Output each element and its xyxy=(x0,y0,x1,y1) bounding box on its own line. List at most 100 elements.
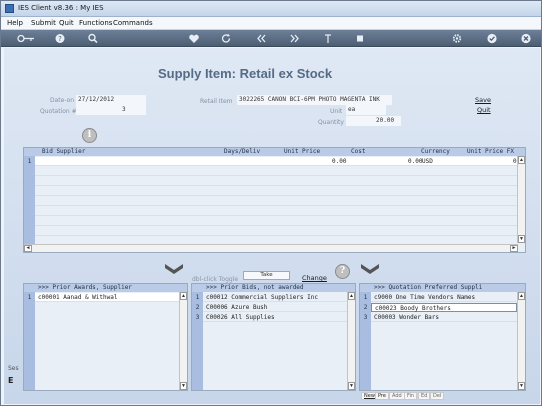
list-item-text: c00012 Commercial Suppliers Inc xyxy=(206,294,318,301)
menu-quit[interactable]: Quit xyxy=(59,19,74,27)
quantity-field[interactable]: 20.00 xyxy=(346,116,401,126)
menu-commands[interactable]: Commands xyxy=(113,19,153,27)
table-row[interactable] xyxy=(35,167,517,176)
help-icon[interactable]: ? xyxy=(53,32,67,45)
scroll-down-arrow[interactable]: ▼ xyxy=(180,382,187,390)
refresh-icon[interactable] xyxy=(219,32,233,45)
info-icon[interactable]: i xyxy=(82,128,97,143)
table-row[interactable] xyxy=(35,207,517,216)
scroll-right-arrow[interactable]: ► xyxy=(510,245,518,252)
prior-bids-list: >>> Prior Bids, not awarded 1 c00012 Com… xyxy=(191,283,356,391)
tab-ed[interactable]: Ed xyxy=(418,392,431,400)
table-row[interactable] xyxy=(35,177,517,186)
upload-icon[interactable] xyxy=(321,32,335,45)
scroll-up-arrow[interactable]: ▲ xyxy=(180,292,187,300)
col-days-deliv[interactable]: Days/Deliv xyxy=(224,148,260,156)
date-label: Date-on xyxy=(50,97,75,104)
list-item-text: C00006 Azure Bush xyxy=(206,304,268,311)
key-icon[interactable] xyxy=(15,32,37,45)
list-item[interactable]: c9000 One Time Vendors Names xyxy=(371,293,517,302)
search-icon[interactable] xyxy=(86,32,100,45)
app-logo-icon xyxy=(5,4,14,13)
bid-grid-vscroll[interactable]: ▲ ▼ xyxy=(517,156,525,243)
stop-icon[interactable] xyxy=(353,32,367,45)
retail-item-label: Retail Item xyxy=(200,98,233,105)
scroll-up-arrow[interactable]: ▲ xyxy=(518,156,525,164)
scroll-up-arrow[interactable]: ▲ xyxy=(518,292,525,300)
prior-awards-vscroll[interactable]: ▲ ▼ xyxy=(179,292,187,390)
table-row[interactable] xyxy=(35,197,517,206)
help-icon[interactable]: ? xyxy=(335,264,350,279)
scroll-down-arrow[interactable]: ▼ xyxy=(348,382,355,390)
row-number: 3 xyxy=(195,314,200,321)
prior-awards-title: >>> Prior Awards, Supplier xyxy=(38,284,132,291)
chevron-down-icon[interactable] xyxy=(361,264,379,276)
table-row[interactable] xyxy=(35,217,517,226)
gear-icon[interactable] xyxy=(450,32,464,45)
quotation-field[interactable]: 3 xyxy=(76,105,146,115)
menu-functions[interactable]: Functions xyxy=(79,19,112,27)
chevron-down-icon[interactable] xyxy=(165,264,183,276)
row-number: 1 xyxy=(27,294,32,301)
tab-del[interactable]: Del xyxy=(430,392,445,400)
close-icon[interactable] xyxy=(519,32,533,45)
side-tag-e: E xyxy=(8,376,14,385)
fast-forward-icon[interactable] xyxy=(288,32,302,45)
scroll-up-arrow[interactable]: ▲ xyxy=(348,292,355,300)
col-currency[interactable]: Currency xyxy=(421,148,450,156)
col-cost[interactable]: Cost xyxy=(351,148,365,156)
preferred-vscroll[interactable]: ▲ ▼ xyxy=(517,292,525,390)
list-item[interactable]: c00023 Boody Brothers xyxy=(371,303,517,312)
take-button[interactable]: Take xyxy=(243,271,290,280)
list-item-text: c00001 Aanad & Withwal xyxy=(38,294,118,301)
unit-field[interactable]: ea xyxy=(346,105,386,115)
row-number: 3 xyxy=(363,314,368,321)
scroll-down-arrow[interactable]: ▼ xyxy=(518,382,525,390)
list-item[interactable]: c00012 Commercial Suppliers Inc xyxy=(203,293,347,302)
scroll-left-arrow[interactable]: ◄ xyxy=(24,245,32,252)
row-number: 1 xyxy=(27,158,32,165)
row-gutter xyxy=(24,156,35,252)
list-item[interactable]: c00001 Aanad & Withwal xyxy=(35,293,179,302)
cell-unit-price[interactable]: 0.00 xyxy=(332,157,346,166)
scroll-down-arrow[interactable]: ▼ xyxy=(518,235,525,243)
save-link[interactable]: Save xyxy=(475,96,491,104)
col-bid-supplier[interactable]: Bid Supplier xyxy=(42,148,85,156)
date-field[interactable]: 27/12/2012 xyxy=(76,95,146,105)
bid-grid: Bid Supplier Days/Deliv Unit Price Cost … xyxy=(23,147,526,253)
cell-currency[interactable]: USD xyxy=(422,157,433,166)
heart-icon[interactable] xyxy=(187,32,201,45)
tab-add[interactable]: Add xyxy=(389,392,405,400)
col-unit-price-fx[interactable]: Unit Price FX xyxy=(467,148,514,156)
list-item[interactable]: C00006 Azure Bush xyxy=(203,303,347,312)
table-row[interactable] xyxy=(35,187,517,196)
rewind-icon[interactable] xyxy=(254,32,268,45)
menu-submit[interactable]: Submit xyxy=(31,19,56,27)
prior-awards-header: >>> Prior Awards, Supplier xyxy=(24,284,187,292)
change-link[interactable]: Change xyxy=(302,274,327,282)
quit-link[interactable]: Quit xyxy=(477,106,491,114)
list-item-text: C00026 All Supplies xyxy=(206,314,275,321)
tab-fin[interactable]: Fin xyxy=(404,392,418,400)
col-unit-price[interactable]: Unit Price xyxy=(284,148,320,156)
menu-help[interactable]: Help xyxy=(7,19,23,27)
prior-bids-vscroll[interactable]: ▲ ▼ xyxy=(347,292,355,390)
table-row[interactable]: 0.00 0.00 USD 0 xyxy=(35,157,517,166)
row-number: 2 xyxy=(195,304,200,311)
cell-cost[interactable]: 0.00 xyxy=(408,157,422,166)
side-tag-ses: Ses xyxy=(8,365,19,372)
retail-item-field[interactable]: 3022265 CANON BCI-6PM PHOTO MAGENTA INK xyxy=(237,95,392,105)
app-window: IES Client v8.36 : My IES Help Submit Qu… xyxy=(0,0,542,406)
tab-pre[interactable]: Pre xyxy=(375,392,389,400)
preferred-title: >>> Quotation Preferred Suppli xyxy=(374,284,483,291)
list-item[interactable]: C00003 Wonder Bars xyxy=(371,313,517,322)
prior-bids-title: >>> Prior Bids, not awarded xyxy=(206,284,304,291)
check-icon[interactable] xyxy=(485,32,499,45)
bid-grid-hscroll[interactable]: ◄ ► xyxy=(24,244,518,252)
row-number: 1 xyxy=(195,294,200,301)
prior-awards-list: >>> Prior Awards, Supplier 1 c00001 Aana… xyxy=(23,283,188,391)
list-item[interactable]: C00026 All Supplies xyxy=(203,313,347,322)
unit-label: Unit xyxy=(330,108,343,115)
table-row[interactable] xyxy=(35,227,517,236)
row-number: 2 xyxy=(363,304,368,311)
